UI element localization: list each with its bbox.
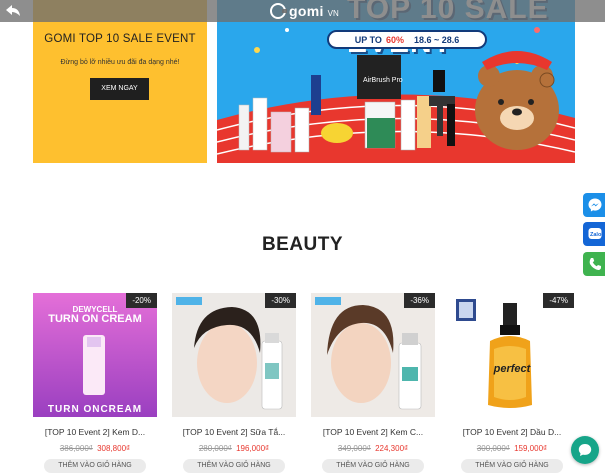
original-price: 280,000₫ [198,444,232,453]
product-image[interactable]: DEWYCELL TURN ON CREAM TURN ONCREAM -20% [33,293,157,417]
sale-banner[interactable]: AirBrush Pro TOP 10 SALE EVENT UP TO 60%… [217,0,575,163]
back-arrow-icon[interactable] [2,1,24,21]
product-image[interactable]: perfect -47% [450,293,574,417]
section-title: BEAUTY [261,234,344,255]
discount-badge: -20% [126,293,157,308]
discount-value: 60% [385,34,404,45]
promo-title: GOMI TOP 10 SALE EVENT [44,33,196,45]
product-photo [311,293,435,417]
product-name[interactable]: [TOP 10 Event 2] Kem D... [33,427,157,437]
promo-panel: GOMI TOP 10 SALE EVENT Đừng bỏ lỡ nhiều … [33,0,207,163]
add-to-cart-button[interactable]: THÊM VÀO GIỎ HÀNG [183,459,285,473]
original-price: 349,000₫ [337,444,371,453]
phone-icon[interactable] [583,252,605,276]
product-name[interactable]: [TOP 10 Event 2] Kem C... [311,427,435,437]
product-card: perfect -47% [TOP 10 Event 2] Dầu D... 3… [450,293,574,476]
svg-text:AirBrush Pro: AirBrush Pro [363,77,403,84]
product-card: -36% [TOP 10 Event 2] Kem C... 349,000₫ … [311,293,435,476]
product-image[interactable]: -30% [172,293,296,417]
product-price: 386,000₫ 308,800₫ [33,444,157,453]
sale-price: 196,000₫ [236,444,270,453]
logo-text: gomi [289,3,324,19]
gomi-logo-mark-icon [270,3,287,19]
sale-price: 308,800₫ [97,444,131,453]
sale-price: 159,000₫ [514,444,548,453]
product-photo [172,293,296,417]
product-image[interactable]: -36% [311,293,435,417]
sale-price: 224,300₫ [375,444,409,453]
product-price: 349,000₫ 224,300₫ [311,444,435,453]
chat-icon[interactable] [571,436,599,464]
product-name[interactable]: [TOP 10 Event 2] Dầu D... [450,427,574,437]
product-name[interactable]: [TOP 10 Event 2] Sữa Tắ... [172,427,296,437]
logo-suffix: VN [327,9,339,18]
original-price: 386,000₫ [59,444,93,453]
product-image-footer: TURN ONCREAM [47,404,143,415]
top-bar: gomi VN [0,0,605,22]
view-now-button[interactable]: XEM NGAY [90,78,149,100]
product-card: DEWYCELL TURN ON CREAM TURN ONCREAM -20%… [33,293,157,476]
product-price: 300,000₫ 159,000₫ [450,444,574,453]
add-to-cart-button[interactable]: THÊM VÀO GIỎ HÀNG [322,459,424,473]
product-price: 280,000₫ 196,000₫ [172,444,296,453]
product-photo [450,293,574,417]
add-to-cart-button[interactable]: THÊM VÀO GIỎ HÀNG [44,459,146,473]
messenger-icon[interactable] [583,193,605,217]
discount-badge: -30% [265,293,296,308]
product-card: -30% [TOP 10 Event 2] Sữa Tắ... 280,000₫… [172,293,296,476]
discount-badge: -36% [404,293,435,308]
product-image-label: perfect [493,363,531,375]
banner-discount-pill: UP TO 60% 18.6 ~ 28.6 [327,30,487,49]
up-to-label: UP TO [354,34,382,45]
svg-text:Zalo: Zalo [590,232,602,238]
discount-badge: -47% [543,293,574,308]
event-dates: 18.6 ~ 28.6 [413,34,460,45]
original-price: 300,000₫ [476,444,510,453]
gomi-logo[interactable]: gomi VN [270,2,339,20]
add-to-cart-button[interactable]: THÊM VÀO GIỎ HÀNG [461,459,563,473]
promo-subtitle: Đừng bỏ lỡ nhiều ưu đãi đa dạng nhé! [60,59,180,66]
product-image-headline: TURN ON CREAM [48,313,142,325]
zalo-icon[interactable]: Zalo [583,222,605,246]
